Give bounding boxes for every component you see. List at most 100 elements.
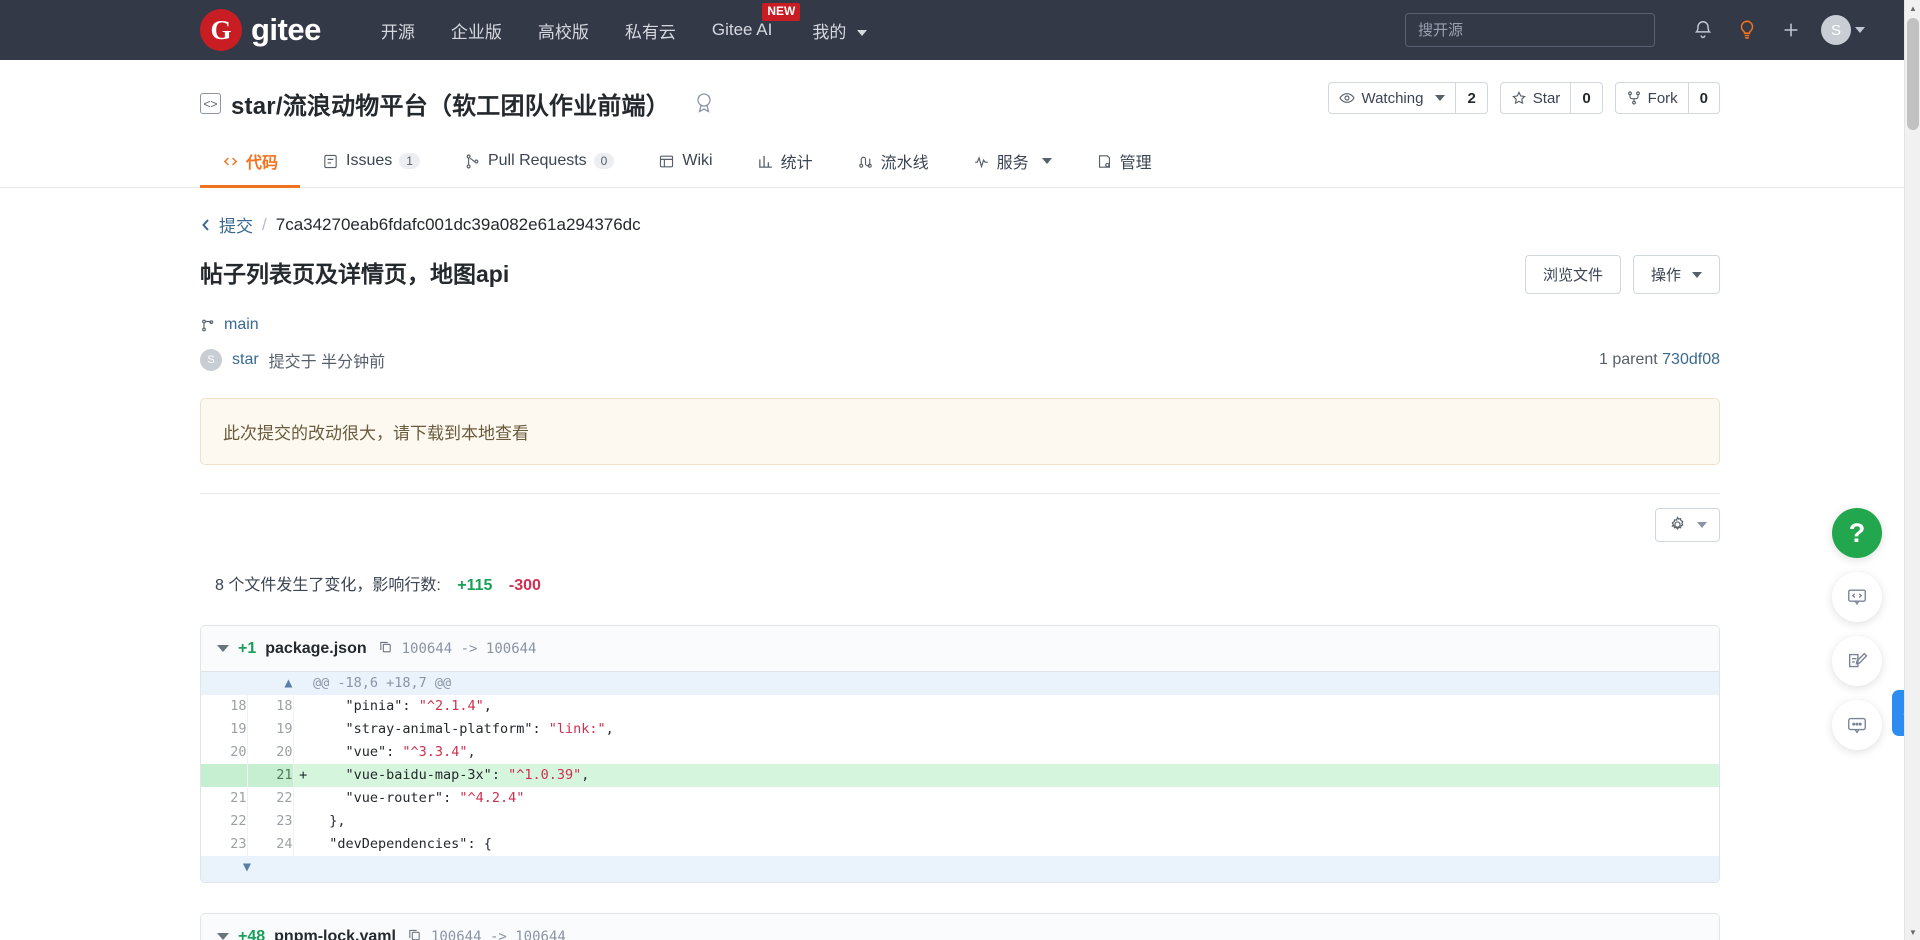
chevron-down-icon <box>1692 271 1702 278</box>
file-additions-count: +48 <box>238 927 266 940</box>
tab-label: 服务 <box>996 155 1029 172</box>
breadcrumb: 提交 / 7ca34270eab6fdafc001dc39a082e61a294… <box>200 188 1720 237</box>
tab-code[interactable]: 代码 <box>200 139 301 188</box>
copy-icon[interactable] <box>407 927 422 940</box>
expander-spacer <box>293 856 313 882</box>
code-snippet-icon[interactable] <box>1832 572 1882 622</box>
plus-icon[interactable] <box>1769 0 1813 60</box>
new-line-number: 20 <box>247 741 294 764</box>
new-line-number: 22 <box>247 787 294 810</box>
tab-wiki[interactable]: Wiki <box>636 142 734 184</box>
branch-name[interactable]: main <box>224 316 259 334</box>
collapse-toggle-icon[interactable] <box>217 645 229 652</box>
nav-link-enterprise[interactable]: 企业版 <box>433 18 520 43</box>
pipeline-icon <box>858 156 872 168</box>
nav-link-private-cloud[interactable]: 私有云 <box>607 18 694 43</box>
breadcrumb-back-label: 提交 <box>219 217 253 236</box>
breadcrumb-commits-link[interactable]: 提交 <box>200 212 253 237</box>
operations-button[interactable]: 操作 <box>1632 255 1720 294</box>
star-count[interactable]: 0 <box>1571 82 1603 114</box>
tab-issues[interactable]: Issues 1 <box>300 142 442 184</box>
file-diff-header: +48 pnpm-lock.yaml 100644 -> 100644 <box>201 914 1719 940</box>
table-row-added: 21 + "vue-baidu-map-3x": "^1.0.39", <box>201 764 1719 787</box>
file-name[interactable]: pnpm-lock.yaml <box>274 928 396 940</box>
old-line-number: 18 <box>201 695 248 718</box>
help-icon[interactable]: ? <box>1832 508 1882 558</box>
star-button[interactable]: Star <box>1499 82 1572 114</box>
fork-button[interactable]: Fork <box>1614 82 1689 114</box>
commit-title-row: 帖子列表页及详情页，地图api 浏览文件 操作 <box>200 255 1720 294</box>
collapse-toggle-icon[interactable] <box>217 933 229 940</box>
star-label: Star <box>1532 89 1561 107</box>
author-name[interactable]: star <box>232 351 259 369</box>
tab-count: 0 <box>593 153 615 169</box>
fork-count[interactable]: 0 <box>1688 82 1720 114</box>
chevron-down-icon <box>857 30 868 37</box>
expand-down-button[interactable]: ▼ <box>201 856 293 882</box>
nav-link-label: 私有云 <box>624 22 676 42</box>
gitee-logo-mark: G <box>200 9 242 51</box>
table-row: 23 24 "devDependencies": { <box>201 833 1719 856</box>
chat-icon[interactable] <box>1832 700 1882 750</box>
commit-detail-content: 提交 / 7ca34270eab6fdafc001dc39a082e61a294… <box>0 188 1920 940</box>
tab-pull-requests[interactable]: Pull Requests 0 <box>442 142 636 184</box>
file-mode: 100644 -> 100644 <box>401 640 537 657</box>
nav-link-opensource[interactable]: 开源 <box>363 18 433 43</box>
nav-link-gitee-ai[interactable]: Gitee AI NEW <box>694 3 801 40</box>
pr-icon <box>466 154 479 168</box>
watch-count[interactable]: 2 <box>1456 82 1488 114</box>
tab-label: 统计 <box>780 155 813 172</box>
repository-title-row: <> star/流浪动物平台（软工团队作业前端） Watching 2 Star… <box>200 60 1720 127</box>
scrollbar-thumb[interactable] <box>1907 18 1919 130</box>
file-name[interactable]: package.json <box>265 640 366 658</box>
lightbulb-icon[interactable] <box>1725 0 1769 60</box>
diff-sign <box>293 741 313 764</box>
table-row: 19 19 "stray-animal-platform": "link:", <box>201 718 1719 741</box>
diff-table: ▲ @@ -18,6 +18,7 @@ 18 18 "pinia": "^2.1… <box>201 672 1719 882</box>
repository-tabs: 代码 Issues 1 Pull Requests 0 Wiki 统计 流水线 … <box>200 139 1720 188</box>
nav-link-mine[interactable]: 我的 <box>794 18 885 43</box>
large-diff-notice: 此次提交的改动很大，请下载到本地查看 <box>200 398 1720 465</box>
commit-action-buttons: 浏览文件 操作 <box>1524 255 1720 294</box>
tab-manage[interactable]: 管理 <box>1074 139 1174 187</box>
diff-deletions-count: -300 <box>508 577 541 594</box>
browse-files-button[interactable]: 浏览文件 <box>1524 255 1621 294</box>
commit-author-row: S star 提交于 半分钟前 1 parent 730df08 <box>200 348 1720 372</box>
diff-sign: + <box>293 764 313 787</box>
top-navigation-bar: G gitee 开源 企业版 高校版 私有云 Gitee AI NEW 我的 搜… <box>0 0 1920 60</box>
expand-up-button[interactable]: ▲ <box>201 672 294 695</box>
tab-label: 管理 <box>1119 155 1152 172</box>
page-title[interactable]: star/流浪动物平台（软工团队作业前端） <box>231 86 670 121</box>
issues-icon <box>324 154 337 168</box>
avatar[interactable]: S <box>1821 15 1851 45</box>
bell-icon[interactable] <box>1681 0 1725 60</box>
tab-label: 流水线 <box>880 155 929 172</box>
chevron-down-icon <box>1041 158 1052 164</box>
scroll-up-arrow-icon[interactable]: ▲ <box>1905 0 1920 16</box>
watch-button[interactable]: Watching <box>1328 82 1457 114</box>
author-avatar[interactable]: S <box>200 349 222 371</box>
search-input[interactable] <box>1405 13 1655 47</box>
commit-time: 提交于 半分钟前 <box>268 354 386 371</box>
scrollbar[interactable]: ▲ ▼ <box>1904 0 1920 940</box>
edit-feedback-icon[interactable] <box>1832 636 1882 686</box>
new-line-number: 21 <box>247 764 294 787</box>
gitee-logo[interactable]: G gitee <box>200 9 321 51</box>
diff-settings-button[interactable] <box>1655 507 1720 542</box>
tab-service[interactable]: 服务 <box>951 139 1074 187</box>
badge-award-icon[interactable] <box>692 90 716 118</box>
old-line-number <box>201 764 248 787</box>
avatar-chevron-down-icon[interactable] <box>1855 27 1865 33</box>
scroll-down-arrow-icon[interactable]: ▼ <box>1905 924 1920 940</box>
operations-label: 操作 <box>1650 267 1681 284</box>
nav-link-label: 开源 <box>380 22 415 42</box>
diff-code: "devDependencies": { <box>329 836 492 852</box>
parent-sha-link[interactable]: 730df08 <box>1662 351 1720 368</box>
nav-link-education[interactable]: 高校版 <box>520 18 607 43</box>
tab-statistics[interactable]: 统计 <box>735 139 835 187</box>
top-nav-right-area: S <box>1405 0 1865 60</box>
tab-pipeline[interactable]: 流水线 <box>835 139 951 187</box>
tab-count: 1 <box>399 153 420 169</box>
copy-icon[interactable] <box>378 639 393 658</box>
wiki-icon <box>660 155 674 167</box>
